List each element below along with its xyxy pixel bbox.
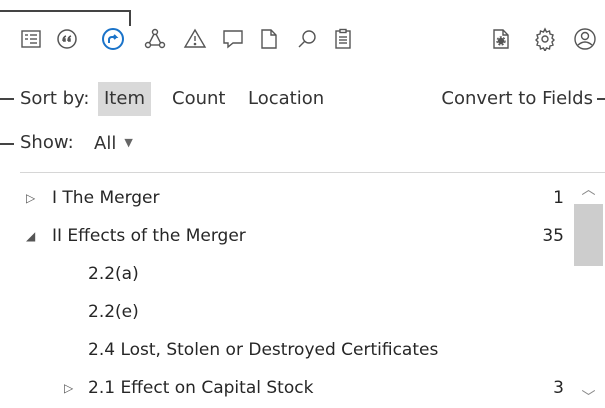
tree-item-label: 2.1 Effect on Capital Stock	[88, 378, 314, 398]
tree-item-label: 2.4 Lost, Stolen or Destroyed Certificat…	[88, 340, 439, 360]
sort-option-item[interactable]: Item	[98, 82, 151, 116]
callout-line-top	[0, 10, 130, 12]
outline-view-icon[interactable]	[14, 18, 48, 60]
scrollbar[interactable]: ︿ ﹀	[572, 180, 605, 408]
tree-item-label: 2.2(e)	[88, 302, 139, 322]
show-filter: Show: All ▼	[0, 128, 605, 158]
tree-item[interactable]: 2.2(a)	[0, 256, 570, 292]
tree-item[interactable]: ▷ I The Merger 1	[0, 180, 570, 216]
convert-to-fields-button[interactable]: Convert to Fields	[441, 82, 593, 116]
expand-triangle-icon[interactable]: ▷	[64, 370, 73, 406]
collapse-triangle-icon[interactable]: ◢	[26, 218, 35, 254]
chevron-down-icon: ▼	[124, 136, 133, 149]
tree-item-count: 3	[553, 378, 564, 398]
tree-item[interactable]: 2.4 Lost, Stolen or Destroyed Certificat…	[0, 332, 570, 368]
show-dropdown[interactable]: All ▼	[94, 128, 133, 159]
divider	[20, 172, 605, 173]
tree-item[interactable]: 2.2(e)	[0, 294, 570, 330]
document-icon[interactable]	[252, 18, 286, 60]
tree-item-label: II Effects of the Merger	[52, 226, 246, 246]
sort-label: Sort by:	[20, 88, 90, 109]
sort-bar: Sort by: Item Count Location Convert to …	[0, 82, 605, 116]
scrollbar-thumb[interactable]	[574, 204, 603, 266]
gear-icon[interactable]	[528, 18, 562, 60]
tree-item-label: I The Merger	[52, 188, 160, 208]
scroll-down-icon[interactable]: ﹀	[572, 388, 605, 408]
toolbar	[0, 18, 605, 60]
tree-item-count: 35	[542, 226, 564, 246]
show-label: Show:	[20, 132, 74, 153]
tree-item-count: 1	[553, 188, 564, 208]
clipboard-icon[interactable]	[326, 18, 360, 60]
account-icon[interactable]	[568, 18, 602, 60]
quote-icon[interactable]	[50, 18, 84, 60]
sort-option-location[interactable]: Location	[242, 82, 330, 116]
scroll-up-icon[interactable]: ︿	[572, 180, 605, 200]
show-value: All	[94, 133, 117, 154]
search-icon[interactable]	[290, 18, 324, 60]
tree-item-label: 2.2(a)	[88, 264, 139, 284]
tree-item[interactable]: ◢ II Effects of the Merger 35	[0, 218, 570, 254]
warning-icon[interactable]	[178, 18, 212, 60]
relationship-icon[interactable]	[138, 18, 172, 60]
sort-option-count[interactable]: Count	[166, 82, 231, 116]
expand-triangle-icon[interactable]: ▷	[26, 180, 35, 216]
document-settings-icon[interactable]	[484, 18, 518, 60]
comment-icon[interactable]	[216, 18, 250, 60]
tree-item[interactable]: ▷ 2.1 Effect on Capital Stock 3	[0, 370, 570, 406]
cross-reference-icon[interactable]	[96, 18, 130, 60]
